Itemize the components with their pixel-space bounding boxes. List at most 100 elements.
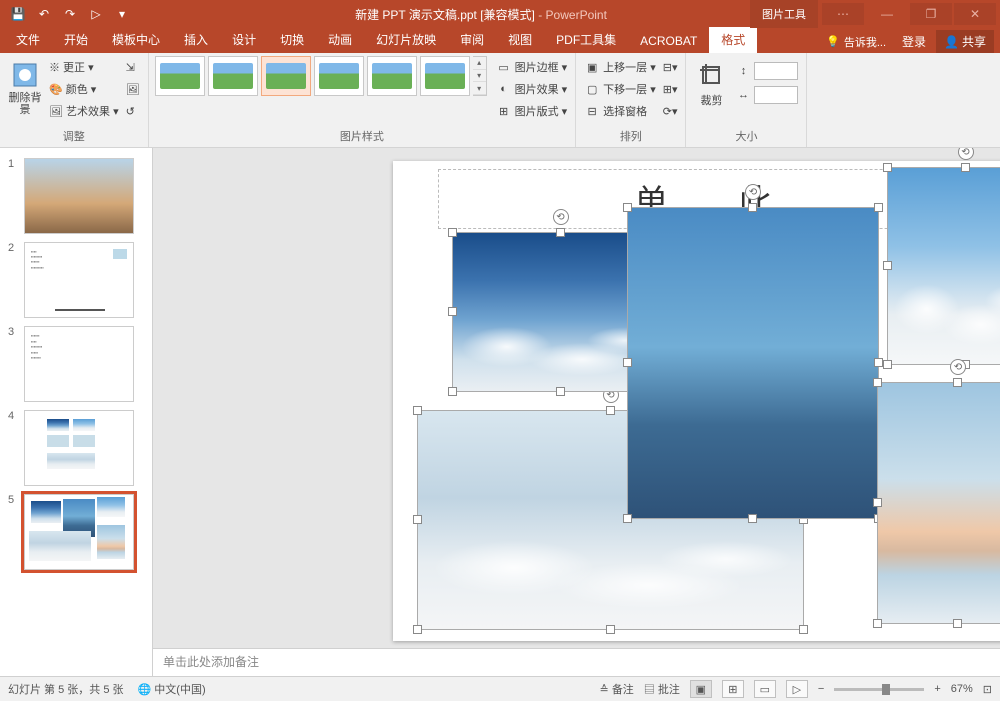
style-item[interactable] xyxy=(367,56,417,96)
tab-transitions[interactable]: 切换 xyxy=(268,27,316,53)
ribbon-options-button[interactable]: ⋯ xyxy=(822,3,864,25)
picture-styles-gallery[interactable]: ▴▾▾ xyxy=(155,56,487,96)
ribbon: 删除背景 ※ 更正 ▾ 🎨 颜色 ▾ 🖼 艺术效果 ▾ ⇲ 🖼 ↺ 调整 xyxy=(0,53,1000,148)
zoom-slider[interactable] xyxy=(834,688,924,691)
style-item[interactable] xyxy=(420,56,470,96)
group-button[interactable]: ⊞▾ xyxy=(661,78,680,100)
group-arrange: ▣上移一层 ▾ ▢下移一层 ▾ ⊟选择窗格 ⊟▾ ⊞▾ ⟳▾ 排列 xyxy=(576,53,686,147)
picture[interactable]: ⟲ xyxy=(878,383,1000,623)
tab-pdf[interactable]: PDF工具集 xyxy=(544,27,628,53)
comments-toggle[interactable]: ▤ 批注 xyxy=(644,681,680,697)
document-filename: 新建 PPT 演示文稿.ppt [兼容模式] xyxy=(355,8,535,22)
zoom-in-button[interactable]: + xyxy=(934,683,940,695)
contextual-tab-label: 图片工具 xyxy=(750,0,818,28)
style-item[interactable] xyxy=(314,56,364,96)
picture-layout-button[interactable]: ⊞图片版式 ▾ xyxy=(494,100,570,122)
bring-forward-button[interactable]: ▣上移一层 ▾ xyxy=(582,56,658,78)
signin-button[interactable]: 登录 xyxy=(896,31,932,52)
slideshow-view-button[interactable]: ▷ xyxy=(786,680,808,698)
minimize-button[interactable]: — xyxy=(866,3,908,25)
crop-label: 裁剪 xyxy=(700,92,722,108)
tab-home[interactable]: 开始 xyxy=(52,27,100,53)
picture-border-button[interactable]: ▭图片边框 ▾ xyxy=(494,56,570,78)
selection-pane-button[interactable]: ⊟选择窗格 xyxy=(582,100,658,122)
change-picture-button[interactable]: 🖼 xyxy=(124,78,142,100)
height-input[interactable]: ↕ xyxy=(733,60,800,82)
rotate-button[interactable]: ⟳▾ xyxy=(661,100,680,122)
restore-button[interactable]: ❐ xyxy=(910,3,952,25)
send-backward-icon: ▢ xyxy=(584,81,600,97)
crop-button[interactable]: 裁剪 xyxy=(692,56,730,108)
save-button[interactable]: 💾 xyxy=(6,3,30,25)
tab-review[interactable]: 审阅 xyxy=(448,27,496,53)
start-slideshow-button[interactable]: ▷ xyxy=(84,3,108,25)
style-item[interactable] xyxy=(261,56,311,96)
slide-thumbnail[interactable] xyxy=(24,158,134,234)
zoom-out-button[interactable]: − xyxy=(818,683,824,695)
tab-slideshow[interactable]: 幻灯片放映 xyxy=(364,27,448,53)
tab-template[interactable]: 模板中心 xyxy=(100,27,172,53)
slide-thumb-row[interactable]: 3 ▪▪▪▪▪▪▪▪▪▪▪▪▪▪▪▪▪▪▪▪▪▪▪▪▪▪▪▪▪▪ xyxy=(0,322,152,406)
border-icon: ▭ xyxy=(496,59,512,75)
slide-thumb-row[interactable]: 5 xyxy=(0,490,152,574)
share-button[interactable]: 👤 共享 xyxy=(936,30,994,53)
tab-file[interactable]: 文件 xyxy=(4,27,52,53)
slide-editor[interactable]: 单 此 ⟲ ⟲ ⟲ ⟲ ⟲ xyxy=(153,148,1000,676)
picture-effects-button[interactable]: ◐图片效果 ▾ xyxy=(494,78,570,100)
corrections-button[interactable]: ※ 更正 ▾ xyxy=(47,56,121,78)
redo-button[interactable]: ↷ xyxy=(58,3,82,25)
style-item[interactable] xyxy=(155,56,205,96)
slide-thumbnail[interactable] xyxy=(24,494,134,570)
slide-number: 4 xyxy=(8,410,18,422)
ribbon-tabs: 文件 开始 模板中心 插入 设计 切换 动画 幻灯片放映 审阅 视图 PDF工具… xyxy=(0,28,1000,53)
qat-more-button[interactable]: ▾ xyxy=(110,3,134,25)
tab-format[interactable]: 格式 xyxy=(709,27,757,53)
notes-placeholder: 单击此处添加备注 xyxy=(163,655,259,669)
zoom-percentage[interactable]: 67% xyxy=(951,683,973,695)
width-input[interactable]: ↔ xyxy=(733,84,800,106)
slide-thumbnail-panel[interactable]: 1 2 ▪▪▪▪▪▪▪▪▪▪▪▪▪▪▪▪▪▪▪▪▪▪▪▪▪▪▪ 3 ▪▪▪▪▪▪… xyxy=(0,148,153,676)
tab-insert[interactable]: 插入 xyxy=(172,27,220,53)
slide-thumb-row[interactable]: 4 xyxy=(0,406,152,490)
close-button[interactable]: ✕ xyxy=(954,3,996,25)
group-adjust-label: 调整 xyxy=(6,126,142,147)
picture[interactable]: ⟲ xyxy=(628,208,878,518)
compress-pictures-button[interactable]: ⇲ xyxy=(124,56,142,78)
artistic-effects-button[interactable]: 🖼 艺术效果 ▾ xyxy=(47,100,121,122)
picture[interactable]: ⟲ xyxy=(888,168,1000,364)
layout-icon: ⊞ xyxy=(496,103,512,119)
color-button[interactable]: 🎨 颜色 ▾ xyxy=(47,78,121,100)
slide-thumb-row[interactable]: 2 ▪▪▪▪▪▪▪▪▪▪▪▪▪▪▪▪▪▪▪▪▪▪▪▪▪▪▪ xyxy=(0,238,152,322)
globe-icon: 🌐 xyxy=(138,684,152,696)
slide-thumbnail[interactable]: ▪▪▪▪▪▪▪▪▪▪▪▪▪▪▪▪▪▪▪▪▪▪▪▪▪▪▪ xyxy=(24,242,134,318)
remove-background-button[interactable]: 删除背景 xyxy=(6,56,44,116)
slide-number: 5 xyxy=(8,494,18,506)
slide-thumbnail[interactable]: ▪▪▪▪▪▪▪▪▪▪▪▪▪▪▪▪▪▪▪▪▪▪▪▪▪▪▪▪▪▪ xyxy=(24,326,134,402)
slide-thumb-row[interactable]: 1 xyxy=(0,154,152,238)
fit-to-window-button[interactable]: ⊡ xyxy=(983,683,992,696)
reset-picture-button[interactable]: ↺ xyxy=(124,100,142,122)
gallery-more-button[interactable]: ▴▾▾ xyxy=(473,56,487,96)
tab-view[interactable]: 视图 xyxy=(496,27,544,53)
sorter-view-button[interactable]: ⊞ xyxy=(722,680,744,698)
reading-view-button[interactable]: ▭ xyxy=(754,680,776,698)
align-button[interactable]: ⊟▾ xyxy=(661,56,680,78)
status-bar: 幻灯片 第 5 张，共 5 张 🌐 中文(中国) ≙ 备注 ▤ 批注 ▣ ⊞ ▭… xyxy=(0,676,1000,701)
undo-button[interactable]: ↶ xyxy=(32,3,56,25)
style-item[interactable] xyxy=(208,56,258,96)
slide-thumbnail[interactable] xyxy=(24,410,134,486)
workspace: 1 2 ▪▪▪▪▪▪▪▪▪▪▪▪▪▪▪▪▪▪▪▪▪▪▪▪▪▪▪ 3 ▪▪▪▪▪▪… xyxy=(0,148,1000,676)
rotate-handle[interactable]: ⟲ xyxy=(958,148,974,160)
tab-design[interactable]: 设计 xyxy=(220,27,268,53)
notes-toggle[interactable]: ≙ 备注 xyxy=(600,681,634,697)
language-button[interactable]: 🌐 中文(中国) xyxy=(138,681,206,697)
tab-animations[interactable]: 动画 xyxy=(316,27,364,53)
remove-bg-label: 删除背景 xyxy=(6,92,44,116)
notes-pane[interactable]: 单击此处添加备注 xyxy=(153,648,1000,676)
share-label: 共享 xyxy=(962,33,986,50)
selection-pane-icon: ⊟ xyxy=(584,103,600,119)
normal-view-button[interactable]: ▣ xyxy=(690,680,712,698)
send-backward-button[interactable]: ▢下移一层 ▾ xyxy=(582,78,658,100)
tab-acrobat[interactable]: ACROBAT xyxy=(628,30,709,53)
tell-me-search[interactable]: 💡 告诉我... xyxy=(820,32,892,52)
